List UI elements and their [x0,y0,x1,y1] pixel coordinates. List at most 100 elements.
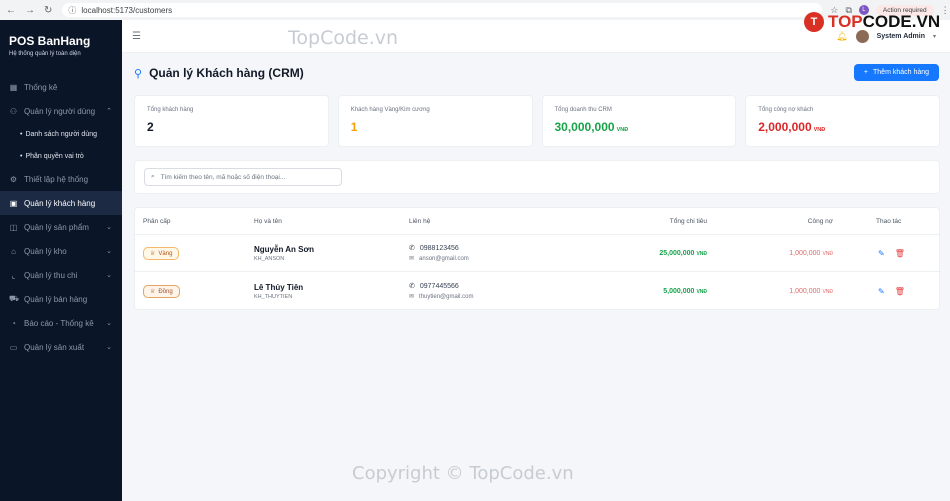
mail-icon: ✉ [409,294,415,300]
sidebar-item-dashboard[interactable]: ▦ Thống kê [0,75,122,99]
sidebar-item-customers[interactable]: ▣ Quản lý khách hàng [0,191,122,215]
search-panel: ⌕ Tìm kiếm theo tên, mã hoặc số điện tho… [134,160,940,194]
report-icon: ◔ [11,318,16,328]
address-bar[interactable]: ⓘ localhost:5173/customers [62,3,823,17]
stat-label: Khách hàng Vàng/Kim cương [350,107,430,113]
bullet-icon: • [20,152,23,160]
phone-icon: ✆ [409,245,415,252]
sidebar-item-label: Quản lý kho [24,246,67,256]
trophy-icon: ♕ [150,251,156,257]
stat-value: 1 [350,120,358,134]
email-address: thuytien@gmail.com [419,293,474,300]
sidebar-item-users[interactable]: ⚇ Quản lý người dùng ⌃ [0,99,122,123]
stat-unit: VNĐ [616,127,629,133]
watermark-bottom: Copyright © TopCode.vn [352,463,574,484]
sidebar-item-label: Quản lý sản xuất [24,342,85,352]
sidebar-item-label: Thống kê [24,82,58,92]
bullet-icon: • [20,130,23,138]
user-icon: ⚲ [134,67,143,80]
sidebar-item-label: Quản lý sản phẩm [24,222,89,232]
sidebar-item-finance[interactable]: ⌞ Quản lý thu chi ⌄ [0,263,122,287]
stat-value: 2 [147,120,154,134]
phone-number: 0988123456 [419,244,459,252]
row-actions: ✎ 🗑︎ [878,249,905,258]
trash-icon[interactable]: 🗑︎ [895,249,905,258]
tier-badge: ♕ Đồng [143,285,180,298]
trash-icon[interactable]: 🗑︎ [895,287,905,296]
sidebar-item-sales[interactable]: ⛟ Quản lý bán hàng [0,287,122,311]
sidebar-item-settings[interactable]: ⚙ Thiết lập hệ thống [0,167,122,191]
add-customer-button[interactable]: + Thêm khách hàng [854,64,939,81]
sidebar-item-products[interactable]: ◫ Quản lý sản phẩm ⌄ [0,215,122,239]
users-icon: ⚇ [9,106,18,116]
debt-cell: 1,000,000 VNĐ [789,288,833,295]
forward-icon[interactable]: → [25,5,35,16]
debt-cell: 1,000,000 VNĐ [789,250,833,257]
search-placeholder: Tìm kiếm theo tên, mã hoặc số điện thoại… [160,173,286,181]
customer-name[interactable]: Lê Thủy Tiên [254,283,303,292]
bell-icon[interactable]: 🔔︎ [836,31,847,42]
gear-icon: ⚙ [9,174,18,184]
menu-toggle-icon[interactable]: ☰ [132,31,141,42]
reload-icon[interactable]: ↻ [44,5,52,16]
back-icon[interactable]: ← [6,5,16,16]
site-info-icon[interactable]: ⓘ [68,5,76,16]
stat-card-vip-customers: Khách hàng Vàng/Kim cương 1 [337,95,533,147]
box-icon: ◫ [9,222,18,232]
tier-badge: ♕ Vàng [143,247,180,260]
sidebar-item-label: Quản lý thu chi [24,270,78,280]
brand-subtitle: Hệ thống quản lý toàn diện [9,51,81,57]
user-name[interactable]: System Admin [877,33,925,40]
logo-mark: T [804,12,824,32]
phone-number: 0977445566 [419,282,459,290]
stat-label: Tổng công nợ khách [758,107,814,113]
sidebar-subitem-roles[interactable]: • Phân quyền vai trò [0,145,122,167]
sidebar-item-reports[interactable]: ◔ Báo cáo - Thống kê ⌄ [0,311,122,335]
sidebar-subitem-label: Phân quyền vai trò [25,152,84,160]
stat-card-total-customers: Tổng khách hàng 2 [134,95,329,147]
topcode-logo: T TOPCODE.VN [804,12,940,32]
sidebar-item-label: Thiết lập hệ thống [24,174,89,184]
customer-table: Phân cấp Họ và tên Liên hệ Tổng chi tiêu… [134,207,941,310]
chevron-down-icon: ⌄ [106,272,112,279]
spend-cell: 5,000,000 VNĐ [663,288,707,295]
stat-label: Tổng doanh thu CRM [554,107,612,113]
chevron-down-icon: ⌄ [106,344,112,351]
brand: POS BanHang Hệ thống quản lý toàn diện [0,20,122,57]
sidebar-item-label: Quản lý khách hàng [24,198,96,208]
customer-code: KH_ANSON [254,256,285,262]
email-address: anson@gmail.com [419,255,469,262]
stat-card-total-debt: Tổng công nợ khách 2,000,000 VNĐ [745,95,940,147]
contact-cell: ✆ 0977445566 ✉ thuytien@gmail.com [409,282,474,301]
table-row: ♕ Đồng Lê Thủy Tiên KH_THUYTIEN ✆ 09774455… [135,273,941,310]
sidebar-item-label: Báo cáo - Thống kê [24,318,94,328]
brand-title: POS BanHang [9,34,91,48]
customer-name[interactable]: Nguyễn An Sơn [254,245,314,254]
column-header-name: Họ và tên [254,218,282,225]
column-header-actions: Thao tác [876,218,902,225]
contact-icon: ▣ [9,198,18,208]
browser-menu-icon[interactable]: ⋮ [941,5,950,16]
table-row: ♕ Vàng Nguyễn An Sơn KH_ANSON ✆ 0988123456… [135,235,941,272]
chevron-down-icon: ⌄ [106,224,112,231]
chevron-up-icon: ⌃ [106,108,112,115]
phone-icon: ✆ [409,283,415,290]
edit-icon[interactable]: ✎ [878,249,885,258]
stat-value: 30,000,000 VNĐ [554,120,629,134]
chart-icon: ⌞ [11,270,16,280]
stat-card-total-revenue: Tổng doanh thu CRM 30,000,000 VNĐ [541,95,737,147]
plus-icon: + [863,69,869,76]
warehouse-icon: ⌂ [11,246,16,256]
sidebar-subitem-user-list[interactable]: • Danh sách người dùng [0,123,122,145]
sidebar-subitem-label: Danh sách người dùng [25,130,97,138]
sidebar-item-warehouse[interactable]: ⌂ Quản lý kho ⌄ [0,239,122,263]
search-input[interactable]: ⌕ Tìm kiếm theo tên, mã hoặc số điện tho… [144,168,342,186]
page-title: Quản lý Khách hàng (CRM) [149,66,304,80]
customer-code: KH_THUYTIEN [254,294,293,300]
edit-icon[interactable]: ✎ [878,287,885,296]
stats-cards: Tổng khách hàng 2 Khách hàng Vàng/Kim cư… [134,95,940,147]
folder-icon: ▭ [9,342,18,352]
sidebar-item-production[interactable]: ▭ Quản lý sản xuất ⌄ [0,335,122,359]
stat-label: Tổng khách hàng [147,107,194,113]
caret-down-icon[interactable]: ▾ [933,33,936,40]
